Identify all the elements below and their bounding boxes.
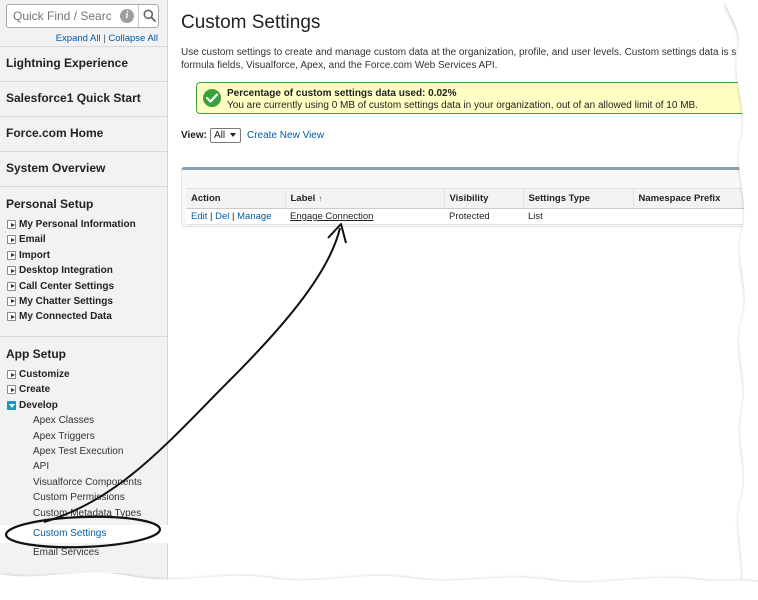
nav-lightning-label: Lightning Experience: [6, 56, 129, 70]
usage-message-box: Percentage of custom settings data used:…: [196, 82, 756, 114]
action-separator: |: [210, 211, 213, 222]
expand-all-link[interactable]: Expand All: [56, 33, 101, 44]
nav-item-label: Customize: [19, 369, 70, 380]
search-icon: [143, 9, 156, 22]
info-icon[interactable]: i: [120, 9, 134, 23]
nav-my-connected-data[interactable]: My Connected Data: [0, 309, 167, 324]
nav-item-label: My Chatter Settings: [19, 295, 113, 307]
manage-link[interactable]: Manage: [237, 211, 271, 222]
nav-item-label: Import: [19, 249, 51, 261]
nav-create[interactable]: Create: [0, 382, 167, 397]
view-select-value: All: [214, 130, 226, 141]
expand-separator: |: [103, 33, 106, 44]
view-select[interactable]: All: [210, 128, 241, 143]
col-settings-type[interactable]: Settings Type: [523, 188, 634, 209]
nav-api[interactable]: API: [0, 459, 167, 474]
col-action: Action: [186, 188, 286, 209]
custom-settings-table: Action Label ↑ Visibility Settings Type N…: [186, 188, 758, 225]
nav-item-label: Create: [19, 384, 51, 396]
row-label: Engage Connection: [285, 208, 444, 225]
nav-visualforce-components[interactable]: Visualforce Components: [0, 475, 167, 490]
custom-settings-page: i Expand All | Collapse All Lightning Ex…: [0, 0, 758, 600]
expand-icon: [7, 370, 16, 379]
setup-sidebar: i Expand All | Collapse All Lightning Ex…: [0, 0, 168, 600]
expand-icon: [7, 281, 16, 291]
expand-icon: [7, 296, 16, 306]
page-description: Use custom settings to create and manage…: [181, 47, 758, 72]
delete-link[interactable]: Del: [215, 211, 229, 222]
main-content: Custom Settings Use custom settings to c…: [169, 0, 758, 600]
quick-find-box: i: [6, 4, 159, 28]
nav-develop[interactable]: Develop: [0, 398, 167, 413]
nav-email-services[interactable]: Email Services: [0, 545, 167, 560]
usage-text: You are currently using 0 MB of custom s…: [227, 100, 698, 111]
nav-my-chatter-settings[interactable]: My Chatter Settings: [0, 294, 167, 309]
chevron-down-icon: [230, 133, 236, 137]
edit-link[interactable]: Edit: [191, 211, 207, 222]
checkmark-icon: [203, 89, 221, 107]
nav-custom-settings[interactable]: Custom Settings: [0, 524, 168, 543]
nav-item-label: Call Center Settings: [19, 280, 115, 292]
usage-title: Percentage of custom settings data used:…: [227, 88, 457, 99]
personal-setup-list: My Personal Information Email Import Des…: [0, 217, 167, 325]
row-settings-type: List: [523, 208, 633, 225]
search-button[interactable]: [138, 5, 159, 27]
expand-collapse-row: Expand All | Collapse All: [0, 33, 158, 44]
action-separator: |: [232, 211, 235, 222]
nav-custom-metadata-types[interactable]: Custom Metadata Types: [0, 506, 167, 521]
sort-ascending-icon: ↑: [318, 194, 323, 203]
table-row: Edit | Del | Manage Engage Connection Pr…: [186, 208, 758, 225]
description-line-2: formula fields, Visualforce, Apex, and t…: [181, 59, 498, 71]
nav-item-label: Email: [19, 234, 46, 246]
nav-my-personal-information[interactable]: My Personal Information: [0, 217, 167, 232]
view-label: View:: [181, 130, 207, 141]
row-actions: Edit | Del | Manage: [186, 208, 285, 225]
custom-settings-list: Action Label ↑ Visibility Settings Type N…: [181, 167, 758, 227]
col-label-text: Label: [290, 193, 316, 204]
app-setup-list: Customize Create Develop Apex Classes Ap…: [0, 367, 168, 560]
expand-icon: [7, 385, 16, 395]
create-new-view-link[interactable]: Create New View: [247, 130, 324, 141]
personal-setup-title[interactable]: Personal Setup: [6, 197, 167, 211]
col-label[interactable]: Label ↑: [285, 188, 445, 209]
col-namespace-prefix[interactable]: Namespace Prefix: [633, 188, 758, 209]
nav-forcecom-label: Force.com Home: [6, 126, 104, 140]
table-header-row: Action Label ↑ Visibility Settings Type N…: [186, 188, 758, 209]
nav-customize[interactable]: Customize: [0, 367, 167, 382]
expand-icon: [7, 266, 16, 276]
description-line-1: Use custom settings to create and manage…: [181, 47, 737, 58]
nav-item-label: My Connected Data: [19, 311, 112, 323]
row-namespace-prefix: [633, 208, 758, 225]
expand-icon: [7, 235, 16, 245]
col-visibility[interactable]: Visibility: [444, 188, 524, 209]
nav-apex-classes[interactable]: Apex Classes: [0, 413, 167, 428]
nav-overview-label: System Overview: [6, 161, 106, 175]
nav-custom-permissions[interactable]: Custom Permissions: [0, 490, 167, 505]
collapse-all-link[interactable]: Collapse All: [108, 33, 158, 44]
expand-icon: [7, 312, 16, 322]
engage-connection-link[interactable]: Engage Connection: [290, 211, 373, 222]
nav-email[interactable]: Email: [0, 232, 167, 247]
nav-import[interactable]: Import: [0, 248, 167, 263]
nav-sf1-label: Salesforce1 Quick Start: [6, 91, 141, 105]
nav-forcecom-home[interactable]: Force.com Home: [0, 116, 167, 151]
nav-system-overview[interactable]: System Overview: [0, 151, 167, 186]
quick-find-input[interactable]: [7, 5, 117, 27]
nav-call-center-settings[interactable]: Call Center Settings: [0, 279, 167, 294]
expand-icon: [7, 220, 16, 229]
nav-item-label: Desktop Integration: [19, 265, 113, 277]
nav-desktop-integration[interactable]: Desktop Integration: [0, 263, 167, 278]
page-title: Custom Settings: [181, 12, 321, 33]
nav-item-label: My Personal Information: [19, 219, 136, 230]
nav-lightning-experience[interactable]: Lightning Experience: [0, 46, 167, 81]
collapse-icon: [7, 400, 16, 410]
nav-apex-triggers[interactable]: Apex Triggers: [0, 429, 167, 444]
row-visibility: Protected: [444, 208, 523, 225]
nav-item-label: Develop: [19, 399, 58, 411]
nav-salesforce1-quick-start[interactable]: Salesforce1 Quick Start: [0, 81, 167, 116]
expand-icon: [7, 250, 16, 260]
nav-apex-test-execution[interactable]: Apex Test Execution: [0, 444, 167, 459]
app-setup-title[interactable]: App Setup: [6, 347, 167, 361]
